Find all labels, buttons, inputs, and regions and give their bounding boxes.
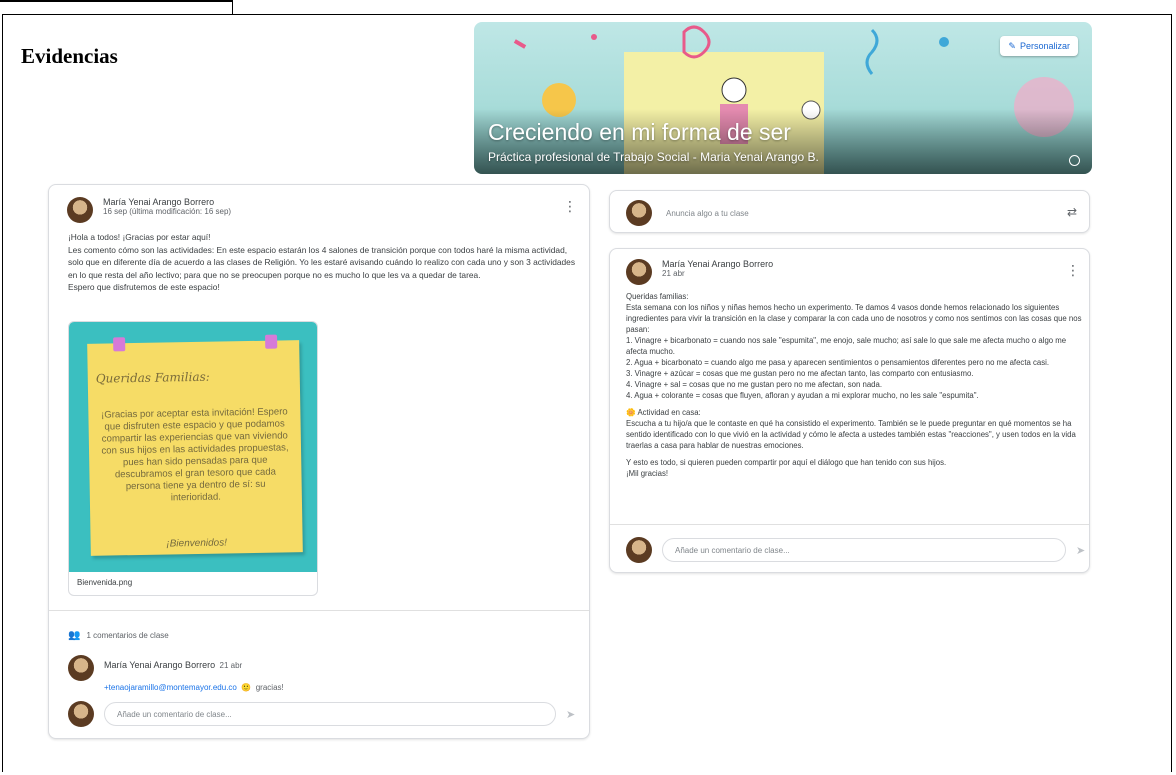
- post-author: María Yenai Arango Borrero: [103, 197, 215, 207]
- divider: [49, 610, 589, 611]
- emoji: 🙂: [241, 683, 252, 692]
- repost-icon[interactable]: ⇄: [1067, 205, 1077, 219]
- post-body: ¡Hola a todos! ¡Gracias por estar aquí! …: [68, 231, 576, 294]
- frame-top-line: [0, 0, 232, 2]
- class-comments-toggle[interactable]: 👥 1 comentarios de clase: [68, 630, 169, 641]
- post-paragraph: 2. Agua + bicarbonato = cuando algo me p…: [626, 358, 1050, 367]
- post-paragraph: 4. Vinagre + sal = cosas que no me gusta…: [626, 380, 883, 389]
- announce-row: Anuncia algo a tu clase: [626, 200, 749, 226]
- comment-input[interactable]: Añade un comentario de clase...: [104, 702, 556, 726]
- add-comment-row: Añade un comentario de clase... ➤: [68, 701, 575, 727]
- attachment-filename[interactable]: Bienvenida.png: [77, 578, 132, 587]
- post-header: María Yenai Arango Borrero 16 sep (últim…: [67, 197, 231, 223]
- add-comment-row: Añade un comentario de clase... ➤: [626, 537, 1085, 563]
- more-options-icon[interactable]: ⋮: [563, 199, 577, 213]
- send-icon[interactable]: ➤: [566, 708, 575, 721]
- class-subtitle: Práctica profesional de Trabajo Social -…: [488, 150, 819, 164]
- frame-divider: [232, 0, 233, 14]
- post-paragraph: ¡Hola a todos! ¡Gracias por estar aquí!: [68, 232, 211, 242]
- post-paragraph: ¡Mil gracias!: [626, 469, 669, 478]
- post-paragraph: Espero que disfrutemos de este espacio!: [68, 282, 220, 293]
- more-options-icon[interactable]: ⋮: [1066, 263, 1080, 277]
- post-author: María Yenai Arango Borrero: [662, 259, 774, 269]
- announce-box[interactable]: Anuncia algo a tu clase ⇄: [609, 190, 1090, 233]
- divider: [610, 524, 1089, 525]
- announce-placeholder: Anuncia algo a tu clase: [666, 208, 749, 218]
- post-paragraph: 4. Agua + colorante = cosas que fluyen, …: [626, 391, 979, 400]
- post-date: 16 sep (última modificación: 16 sep): [103, 207, 232, 216]
- class-banner: ✎ Personalizar Creciendo en mi forma de …: [474, 22, 1092, 174]
- avatar: [626, 200, 652, 226]
- post-date: 21 abr: [662, 269, 685, 278]
- post-paragraph: Esta semana con los niños y niñas hemos …: [626, 303, 1082, 334]
- post-body: Queridas familias: Esta semana con los n…: [626, 291, 1082, 479]
- avatar: [68, 701, 94, 727]
- post-paragraph: Les comento cómo son las actividades: En…: [68, 244, 576, 280]
- post-paragraph: Y esto es todo, si quieren pueden compar…: [626, 458, 947, 467]
- comment-author: María Yenai Arango Borrero: [104, 660, 216, 670]
- info-icon[interactable]: [1069, 155, 1080, 166]
- post-paragraph: 🌼 Actividad en casa:: [626, 408, 701, 417]
- note-text: ¡Gracias por aceptar esta invitación! Es…: [100, 406, 289, 504]
- comment: María Yenai Arango Borrero 21 abr +tenao…: [68, 655, 284, 695]
- attachment-thumbnail: Queridas Familias: ¡Gracias por aceptar …: [69, 322, 317, 572]
- comment-input[interactable]: Añade un comentario de clase...: [662, 538, 1066, 562]
- avatar: [626, 259, 652, 285]
- customize-label: Personalizar: [1019, 41, 1070, 51]
- post-card-experiment: María Yenai Arango Borrero 21 abr ⋮ Quer…: [609, 248, 1090, 573]
- customize-button[interactable]: ✎ Personalizar: [1000, 36, 1078, 56]
- class-title: Creciendo en mi forma de ser: [488, 119, 791, 145]
- avatar: [67, 197, 93, 223]
- send-icon[interactable]: ➤: [1076, 544, 1085, 557]
- attachment-card[interactable]: Queridas Familias: ¡Gracias por aceptar …: [68, 321, 318, 596]
- pin-icon: [265, 334, 278, 349]
- note-heading: Queridas Familias:: [95, 369, 210, 386]
- pin-icon: [113, 337, 126, 352]
- comment-text: gracias!: [255, 683, 284, 692]
- avatar: [626, 537, 652, 563]
- section-title: Evidencias: [21, 44, 118, 68]
- post-paragraph: Escucha a tu hijo/a que le contaste en q…: [626, 419, 1076, 450]
- post-header: María Yenai Arango Borrero 21 abr: [626, 259, 773, 285]
- post-paragraph: 1. Vinagre + bicarbonato = cuando nos sa…: [626, 336, 1067, 356]
- avatar: [68, 655, 94, 681]
- post-paragraph: Queridas familias:: [626, 292, 689, 301]
- note-welcome: ¡Bienvenidos!: [166, 537, 228, 550]
- people-icon: 👥: [68, 630, 81, 641]
- sticky-note: Queridas Familias: ¡Gracias por aceptar …: [87, 334, 303, 556]
- pencil-icon: ✎: [1008, 40, 1016, 51]
- comment-date: 21 abr: [219, 661, 243, 670]
- mention-link[interactable]: +tenaojaramillo@montemayor.edu.co: [104, 683, 237, 692]
- post-card-welcome: María Yenai Arango Borrero 16 sep (últim…: [48, 184, 590, 739]
- post-paragraph: 3. Vinagre + azúcar = cosas que me gusta…: [626, 369, 974, 378]
- comments-count-label: 1 comentarios de clase: [86, 631, 169, 640]
